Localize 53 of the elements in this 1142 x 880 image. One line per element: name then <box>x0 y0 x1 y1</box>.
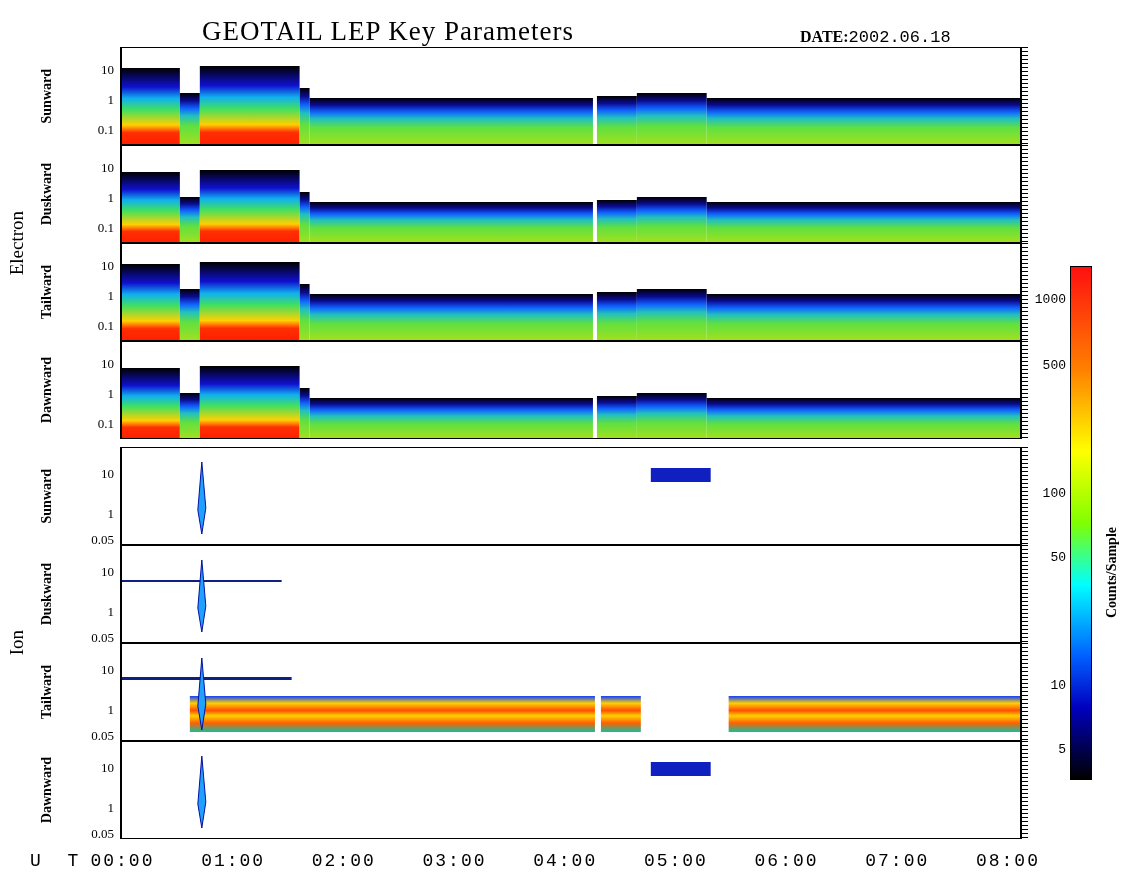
panel-label: Dawnward <box>39 356 55 424</box>
y-tick-label: 1 <box>107 604 114 618</box>
y-tick-label: 1 <box>107 288 114 302</box>
color-scale-tick: 1000 <box>1034 291 1066 307</box>
y-tick-label: 1 <box>107 702 114 716</box>
y-tick-label: 0.1 <box>97 318 114 332</box>
x-tick-label: 01:00 <box>201 851 266 871</box>
panel-label: Dawnward <box>39 756 55 824</box>
y-tick-label: 10 <box>101 564 114 578</box>
x-tick-label: 03:00 <box>422 851 487 871</box>
color-scale-tick: 5 <box>1058 741 1066 757</box>
x-axis-label: U T <box>29 851 88 871</box>
x-tick-label: 00:00 <box>90 851 155 871</box>
panel-label: Sunward <box>39 68 55 124</box>
y-tick-label: 10 <box>101 760 114 774</box>
y-tick-label: 10 <box>101 356 114 370</box>
y-tick-label: 0.1 <box>97 122 114 136</box>
group-label: Ion <box>6 630 28 656</box>
y-tick-label: 1 <box>107 386 114 400</box>
color-scale-label: Counts/Sample <box>1104 527 1120 618</box>
group-label: Electron <box>6 210 28 276</box>
color-scale-tick: 500 <box>1042 357 1066 373</box>
x-tick-label: 08:00 <box>975 851 1040 871</box>
y-tick-label: 1 <box>107 800 114 814</box>
y-tick-label: 1 <box>107 92 114 106</box>
chart-title: GEOTAIL LEP Key Parameters <box>202 16 575 47</box>
y-tick-label: 0.05 <box>91 532 114 546</box>
panel-label: Tailward <box>39 265 55 319</box>
y-tick-label: 10 <box>101 62 114 76</box>
x-tick-label: 05:00 <box>643 851 708 871</box>
y-tick-label: 10 <box>101 662 114 676</box>
y-tick-label: 0.1 <box>97 416 114 430</box>
x-tick-label: 02:00 <box>311 851 376 871</box>
x-tick-label: 07:00 <box>865 851 930 871</box>
y-tick-label: 10 <box>101 160 114 174</box>
x-tick-label: 06:00 <box>754 851 819 871</box>
y-tick-label: 0.05 <box>91 728 114 742</box>
y-tick-label: 0.05 <box>91 630 114 644</box>
panel-label: Tailward <box>39 665 55 719</box>
y-tick-label: 1 <box>107 190 114 204</box>
x-tick-label: 04:00 <box>533 851 598 871</box>
y-tick-label: 10 <box>101 258 114 272</box>
y-tick-label: 0.1 <box>97 220 114 234</box>
panel-label: Duskward <box>39 162 55 226</box>
date-text: DATE:2002.06.18 <box>800 28 951 47</box>
y-tick-label: 1 <box>107 506 114 520</box>
panel-label: Duskward <box>39 562 55 626</box>
y-tick-label: 0.05 <box>91 826 114 840</box>
y-tick-label: 10 <box>101 466 114 480</box>
panel-label: Sunward <box>39 468 55 524</box>
color-scale-tick: 10 <box>1050 677 1066 693</box>
color-scale-tick: 50 <box>1050 549 1066 565</box>
color-scale-tick: 100 <box>1042 485 1066 501</box>
